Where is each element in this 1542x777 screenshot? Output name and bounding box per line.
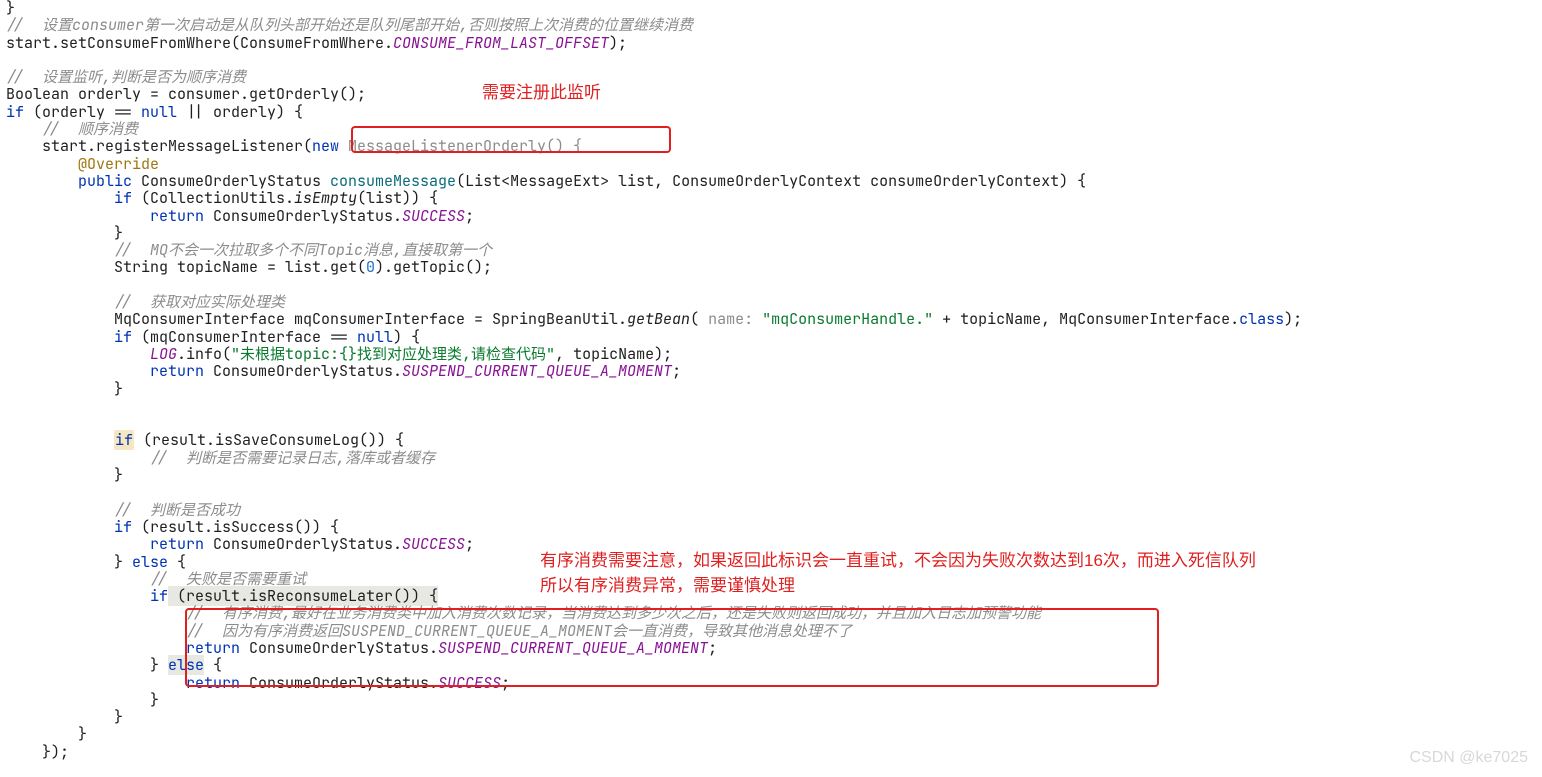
code-line: } [114, 465, 123, 485]
code-line: } [150, 690, 159, 710]
code-line: return ConsumeOrderlyStatus.SUSPEND_CURR… [186, 638, 717, 658]
code-line: } [114, 379, 123, 399]
code-line: String topicName = list.get(0).getTopic(… [114, 257, 492, 277]
annotation-text: 需要注册此监听 [482, 80, 601, 105]
code-line: }); [42, 742, 69, 762]
code-line: } [78, 724, 87, 744]
code-line: return ConsumeOrderlyStatus.SUCCESS; [150, 534, 474, 554]
code-line: return ConsumeOrderlyStatus.SUCCESS; [150, 206, 474, 226]
annotation-text: 有序消费需要注意，如果返回此标识会一直重试，不会因为失败次数达到16次，而进入死… [540, 548, 1256, 598]
code-line: start.setConsumeFromWhere(ConsumeFromWhe… [6, 33, 627, 53]
code-line: return ConsumeOrderlyStatus.SUSPEND_CURR… [150, 361, 681, 381]
code-line: } [114, 707, 123, 727]
code-editor[interactable]: } // 设置consumer第一次启动是从队列头部开始还是队列尾部开始,否则按… [0, 0, 1542, 761]
code-line: return ConsumeOrderlyStatus.SUCCESS; [186, 673, 510, 693]
comment: // 判断是否需要记录日志,落库或者缓存 [150, 448, 435, 468]
